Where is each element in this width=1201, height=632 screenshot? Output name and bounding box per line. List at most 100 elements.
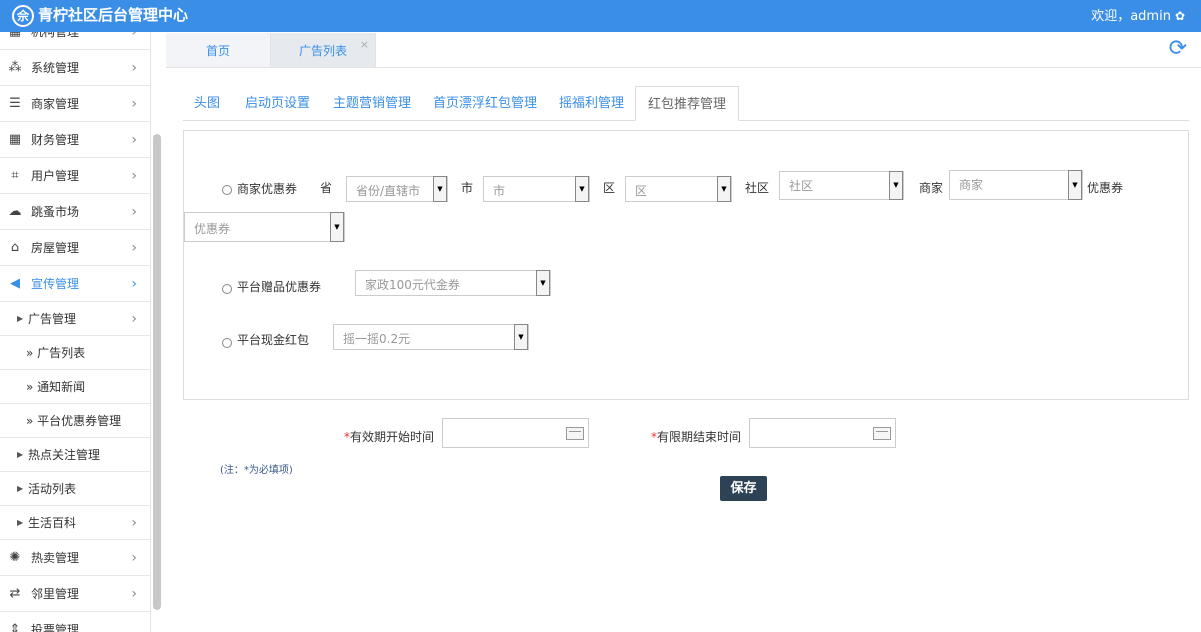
sidebar-item-label: 系统管理: [31, 61, 80, 75]
sort-icon: ⇕: [9, 622, 21, 632]
tab-home[interactable]: 首页: [166, 33, 271, 67]
sidebar-item-label: 房屋管理: [31, 241, 80, 255]
sidebar-sub-hot[interactable]: ▶ 热点关注管理: [0, 438, 150, 472]
dropdown-arrow-icon: ▼: [536, 270, 550, 296]
chevron-right-icon: ›: [131, 132, 137, 148]
sidebar-item-label: 邻里管理: [31, 587, 80, 601]
dropdown-arrow-icon: ▼: [717, 176, 731, 202]
platform-gift-radio[interactable]: [222, 284, 232, 294]
sidebar-item-label: 商家管理: [31, 97, 80, 111]
chevron-right-icon: ›: [131, 276, 137, 292]
end-date-label: *有限期结束时间: [651, 428, 741, 446]
sidebar-item-org[interactable]: ▦ 机构管理 ›: [0, 32, 150, 50]
chevron-right-icon: ›: [131, 168, 137, 184]
tab-ad-list[interactable]: 广告列表 ×: [271, 33, 376, 67]
sidebar-item-label: 机构管理: [31, 32, 80, 39]
end-date-input[interactable]: [749, 418, 896, 448]
platform-cash-select[interactable]: 摇一摇0.2元 ▼: [333, 324, 529, 350]
sidebar-sub-label: 热点关注管理: [28, 448, 101, 462]
sidebar-item-neighbor[interactable]: ⇄ 邻里管理 ›: [0, 576, 150, 612]
chevron-right-icon: ›: [131, 515, 137, 531]
community-select[interactable]: 社区 ▼: [779, 171, 904, 200]
sidebar-item-label: 财务管理: [31, 133, 80, 147]
sidebar-item-vote[interactable]: ⇕ 投票管理: [0, 612, 150, 632]
platform-gift-select[interactable]: 家政100元代金券 ▼: [355, 270, 551, 296]
sidebar-sub-activity[interactable]: ▶ 活动列表: [0, 472, 150, 506]
table-icon: ▦: [8, 132, 22, 147]
gear-icon[interactable]: ✿: [1175, 9, 1185, 23]
coupon-label: 优惠券: [1087, 181, 1124, 195]
chevron-right-icon: ›: [131, 32, 137, 40]
save-button[interactable]: 保存: [720, 476, 767, 501]
dropdown-arrow-icon: ▼: [330, 212, 344, 242]
tab-label: 广告列表: [298, 44, 347, 58]
merchant-select[interactable]: 商家 ▼: [949, 170, 1083, 200]
retweet-icon: ⇄: [9, 586, 21, 601]
crop-icon: ⌗: [11, 168, 19, 183]
merchant-label: 商家: [919, 181, 944, 195]
subtab-redpack-recommend[interactable]: 红包推荐管理: [635, 86, 740, 121]
sidebar-item-hotsale[interactable]: ✺ 热卖管理 ›: [0, 540, 150, 576]
end-date-label-text: 有限期结束时间: [657, 430, 742, 444]
start-date-input[interactable]: [442, 418, 589, 448]
merchant-coupon-radio[interactable]: [222, 185, 232, 195]
district-select[interactable]: 区 ▼: [625, 176, 732, 202]
sidebar-leaf-ad-list[interactable]: » 广告列表: [0, 336, 150, 370]
province-value: 省份/直辖市: [356, 184, 421, 198]
platform-gift-value: 家政100元代金券: [365, 278, 460, 292]
tab-label: 首页: [205, 44, 230, 58]
building-icon: ▦: [6, 32, 24, 50]
network-icon: ⁂: [8, 60, 22, 75]
chevron-right-icon: ›: [131, 586, 137, 602]
sidebar-sub-wiki[interactable]: ▶ 生活百科 ›: [0, 506, 150, 540]
refresh-icon[interactable]: ⟳: [1169, 36, 1187, 62]
subtab-floating-redpack[interactable]: 首页漂浮红包管理: [433, 86, 537, 120]
city-value: 市: [493, 184, 506, 198]
sidebar-item-house[interactable]: ⌂ 房屋管理 ›: [0, 230, 150, 266]
district-value: 区: [635, 184, 648, 198]
sidebar-item-system[interactable]: ⁂ 系统管理 ›: [0, 50, 150, 86]
calendar-icon[interactable]: [873, 427, 891, 440]
sidebar-leaf-label: » 通知新闻: [26, 380, 86, 394]
platform-cash-value: 摇一摇0.2元: [343, 332, 411, 346]
sidebar-item-label: 热卖管理: [31, 551, 80, 565]
sidebar-sub-label: 活动列表: [28, 482, 77, 496]
chevron-right-icon: ›: [131, 204, 137, 220]
sidebar-item-merchant[interactable]: ☰ 商家管理 ›: [0, 86, 150, 122]
chevron-right-icon: ›: [131, 60, 137, 76]
chevron-right-icon: ›: [131, 311, 137, 327]
calendar-icon[interactable]: [566, 427, 584, 440]
sidebar-item-promo[interactable]: ◀ 宣传管理 ›: [0, 266, 150, 302]
sidebar-sub-ad[interactable]: ▶ 广告管理 ›: [0, 302, 150, 336]
merchant-value: 商家: [959, 178, 984, 192]
app-title: 青柠社区后台管理中心: [38, 6, 189, 24]
subtab-launch[interactable]: 启动页设置: [245, 86, 310, 120]
dropdown-arrow-icon: ▼: [889, 171, 903, 200]
province-select[interactable]: 省份/直辖市 ▼: [346, 176, 448, 202]
dropdown-arrow-icon: ▼: [1068, 170, 1082, 200]
sidebar-leaf-coupon[interactable]: » 平台优惠券管理: [0, 404, 150, 438]
caret-right-icon: ▶: [17, 314, 24, 323]
sidebar-sub-label: 生活百科: [28, 516, 77, 530]
platform-cash-radio[interactable]: [222, 338, 232, 348]
close-icon[interactable]: ×: [360, 26, 369, 63]
chevron-right-icon: ›: [131, 96, 137, 112]
required-note: (注：*为必填项): [220, 465, 293, 476]
start-date-label-text: 有效期开始时间: [350, 430, 435, 444]
sidebar-item-finance[interactable]: ▦ 财务管理 ›: [0, 122, 150, 158]
coupon-select[interactable]: 优惠券 ▼: [184, 212, 345, 242]
caret-right-icon: ▶: [17, 484, 24, 493]
sidebar-scrollbar[interactable]: [153, 134, 161, 610]
sidebar: ▦ 机构管理 › ⁂ 系统管理 › ☰ 商家管理 › ▦ 财务管理 › ⌗ 用户…: [0, 32, 151, 632]
subtab-banner[interactable]: 头图: [194, 86, 220, 120]
sidebar-item-user[interactable]: ⌗ 用户管理 ›: [0, 158, 150, 194]
subtab-bar: 头图 启动页设置 主题营销管理 首页漂浮红包管理 摇福利管理 红包推荐管理: [183, 86, 1189, 121]
city-select[interactable]: 市 ▼: [483, 176, 590, 202]
redpack-form-panel: 商家优惠券 省 省份/直辖市 ▼ 市 市 ▼ 区 区 ▼ 社区 社区 ▼ 商家 …: [183, 130, 1189, 400]
megaphone-icon: ◀: [10, 276, 20, 291]
subtab-shake[interactable]: 摇福利管理: [559, 86, 624, 120]
sidebar-leaf-news[interactable]: » 通知新闻: [0, 370, 150, 404]
user-menu[interactable]: 欢迎，admin ✿: [1091, 7, 1185, 26]
sidebar-item-flea[interactable]: ☁ 跳蚤市场 ›: [0, 194, 150, 230]
subtab-theme[interactable]: 主题营销管理: [333, 86, 411, 120]
